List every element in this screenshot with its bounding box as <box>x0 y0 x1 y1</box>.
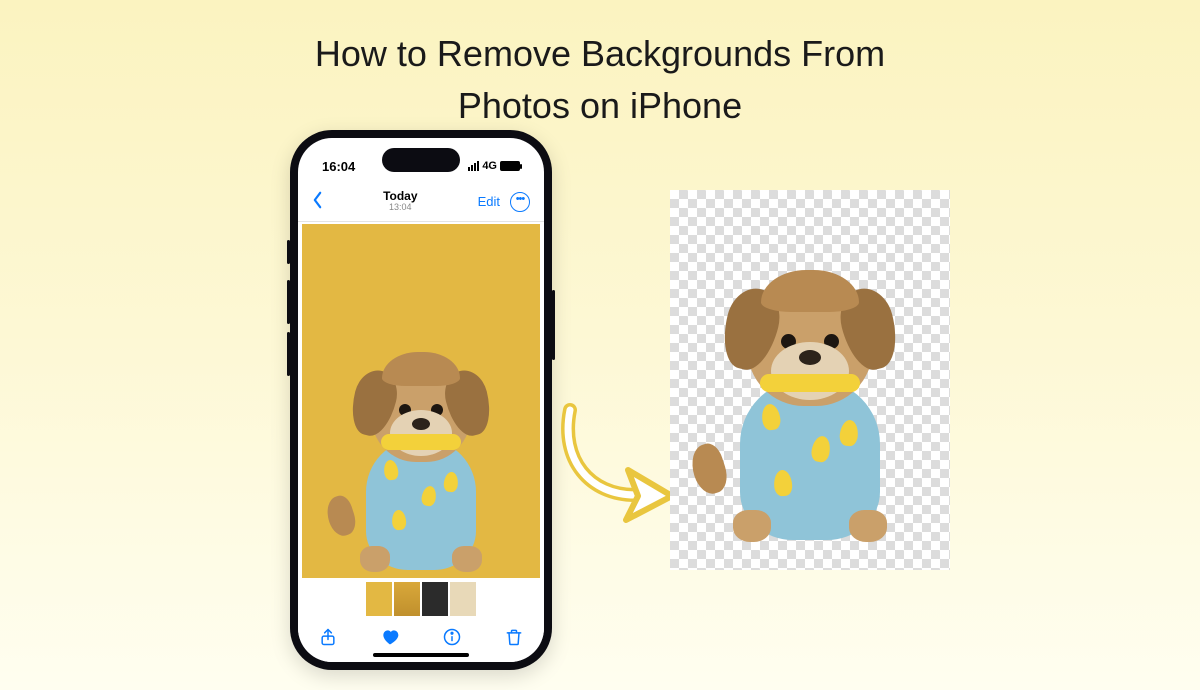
page-title: How to Remove Backgrounds From Photos on… <box>0 0 1200 132</box>
trash-icon <box>504 627 524 647</box>
dog-subject <box>346 340 496 570</box>
share-icon <box>318 627 338 647</box>
thumbnail-strip[interactable] <box>298 580 544 618</box>
title-line-2: Photos on iPhone <box>458 85 742 126</box>
illustration-stage: 16:04 4G Today 13:04 Edit <box>0 130 1200 690</box>
delete-button[interactable] <box>504 627 524 652</box>
heart-icon <box>380 627 400 647</box>
title-line-1: How to Remove Backgrounds From <box>315 33 885 74</box>
photo-original <box>302 224 540 578</box>
iphone-screen: 16:04 4G Today 13:04 Edit <box>298 138 544 662</box>
dog-cutout <box>715 250 905 540</box>
network-label: 4G <box>482 160 497 172</box>
status-right: 4G <box>468 160 520 172</box>
battery-icon <box>500 161 520 171</box>
info-button[interactable] <box>442 627 462 652</box>
chevron-left-icon <box>312 191 323 209</box>
signal-icon <box>468 161 479 171</box>
share-button[interactable] <box>318 627 338 652</box>
thumbnail[interactable] <box>422 582 448 616</box>
photo-viewer[interactable] <box>298 222 544 580</box>
edit-button[interactable]: Edit <box>478 194 500 209</box>
iphone-mockup: 16:04 4G Today 13:04 Edit <box>290 130 552 670</box>
photos-navbar: Today 13:04 Edit ••• <box>298 182 544 222</box>
status-time: 16:04 <box>322 159 355 174</box>
thumbnail[interactable] <box>450 582 476 616</box>
navbar-title-block: Today 13:04 <box>383 190 417 213</box>
favorite-button[interactable] <box>380 627 400 652</box>
thumbnail[interactable] <box>394 582 420 616</box>
home-indicator <box>373 653 469 657</box>
dynamic-island <box>382 148 460 172</box>
navbar-subtitle: 13:04 <box>383 203 417 213</box>
back-button[interactable] <box>312 189 323 215</box>
thumbnail[interactable] <box>366 582 392 616</box>
more-button[interactable]: ••• <box>510 192 530 212</box>
arrow-icon <box>550 400 680 530</box>
result-transparent-panel <box>670 190 950 570</box>
info-icon <box>442 627 462 647</box>
